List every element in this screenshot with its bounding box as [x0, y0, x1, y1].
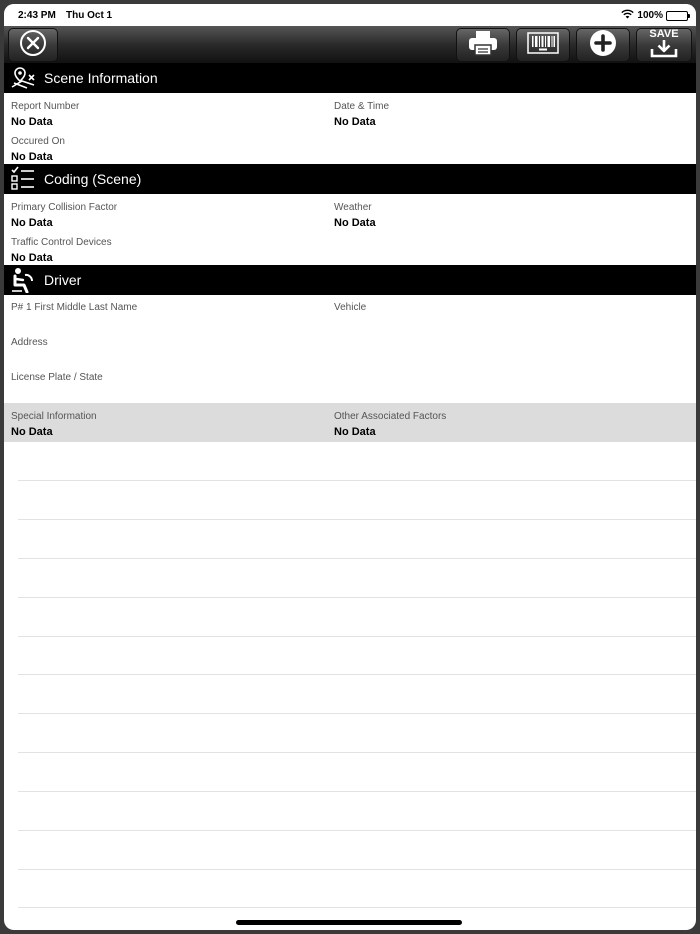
driver-icon — [8, 266, 38, 294]
status-time: 2:43 PM — [18, 10, 56, 21]
field-report-number[interactable]: Report Number No Data — [11, 101, 79, 128]
field-label: Vehicle — [334, 302, 367, 313]
toolbar: SAVE — [4, 26, 696, 64]
empty-row-divider — [18, 791, 696, 792]
status-right: 100% — [621, 9, 690, 22]
empty-row-divider — [18, 907, 696, 908]
field-label: Occured On — [11, 136, 65, 147]
empty-row-divider — [18, 830, 696, 831]
section-title-scene: Scene Information — [44, 70, 158, 86]
field-vehicle[interactable]: Vehicle — [334, 302, 366, 313]
empty-row-divider — [18, 636, 696, 637]
empty-row-divider — [18, 869, 696, 870]
field-label: Other Associated Factors — [334, 411, 447, 422]
empty-row-divider — [18, 752, 696, 753]
home-indicator — [236, 920, 462, 925]
field-label: P# 1 First Middle Last Name — [11, 302, 138, 313]
add-button[interactable] — [576, 28, 630, 62]
status-date: Thu Oct 1 — [66, 10, 113, 21]
empty-row-divider — [18, 597, 696, 598]
print-button[interactable] — [456, 28, 510, 62]
field-value: No Data — [11, 151, 53, 163]
field-value: No Data — [11, 426, 53, 438]
field-date-time[interactable]: Date & Time No Data — [334, 101, 389, 128]
field-label: Primary Collision Factor — [11, 202, 118, 213]
close-icon — [19, 29, 47, 62]
field-weather[interactable]: Weather No Data — [334, 202, 376, 229]
field-special-information[interactable]: Special Information No Data — [11, 411, 97, 438]
empty-row-divider — [18, 674, 696, 675]
checklist-icon — [8, 165, 38, 193]
field-primary-collision-factor[interactable]: Primary Collision Factor No Data — [11, 202, 117, 229]
field-label: Report Number — [11, 101, 80, 112]
empty-row-divider — [18, 519, 696, 520]
section-title-coding: Coding (Scene) — [44, 171, 142, 187]
field-label: Date & Time — [334, 101, 390, 112]
barcode-icon — [527, 31, 559, 59]
field-value: No Data — [11, 217, 53, 229]
field-value: No Data — [334, 116, 376, 128]
field-value: No Data — [11, 116, 53, 128]
field-traffic-control-devices[interactable]: Traffic Control Devices No Data — [11, 237, 112, 264]
field-address[interactable]: Address — [11, 337, 48, 348]
barcode-scan-button[interactable] — [516, 28, 570, 62]
wifi-icon — [621, 9, 635, 22]
status-bar: 2:43 PM Thu Oct 1 100% — [4, 4, 696, 26]
battery-icon — [666, 10, 690, 21]
field-label: Weather — [334, 202, 372, 213]
field-label: Special Information — [11, 411, 97, 422]
empty-row-divider — [18, 713, 696, 714]
section-header-driver: Driver — [4, 265, 696, 295]
section-header-coding: Coding (Scene) — [4, 164, 696, 194]
section-header-scene: Scene Information — [4, 63, 696, 93]
field-value: No Data — [334, 426, 376, 438]
download-icon — [650, 40, 678, 63]
empty-row-divider — [18, 480, 696, 481]
section-title-driver: Driver — [44, 272, 82, 288]
field-license-plate[interactable]: License Plate / State — [11, 372, 103, 383]
field-label: Address — [11, 337, 48, 348]
field-value: No Data — [11, 252, 53, 264]
plus-circle-icon — [589, 29, 617, 62]
save-button[interactable]: SAVE — [636, 28, 692, 62]
scene-location-icon — [8, 64, 38, 92]
close-button[interactable] — [8, 28, 58, 62]
field-occured-on[interactable]: Occured On No Data — [11, 136, 65, 163]
app-screen: 2:43 PM Thu Oct 1 100% SAVE Scene Inform… — [4, 4, 696, 930]
field-other-associated-factors[interactable]: Other Associated Factors No Data — [334, 411, 446, 438]
field-value: No Data — [334, 217, 376, 229]
save-label: SAVE — [649, 28, 679, 40]
field-label: License Plate / State — [11, 372, 103, 383]
field-label: Traffic Control Devices — [11, 237, 112, 248]
empty-row-divider — [18, 558, 696, 559]
printer-icon — [468, 30, 498, 61]
field-driver-name[interactable]: P# 1 First Middle Last Name — [11, 302, 137, 313]
battery-percent: 100% — [637, 10, 663, 21]
